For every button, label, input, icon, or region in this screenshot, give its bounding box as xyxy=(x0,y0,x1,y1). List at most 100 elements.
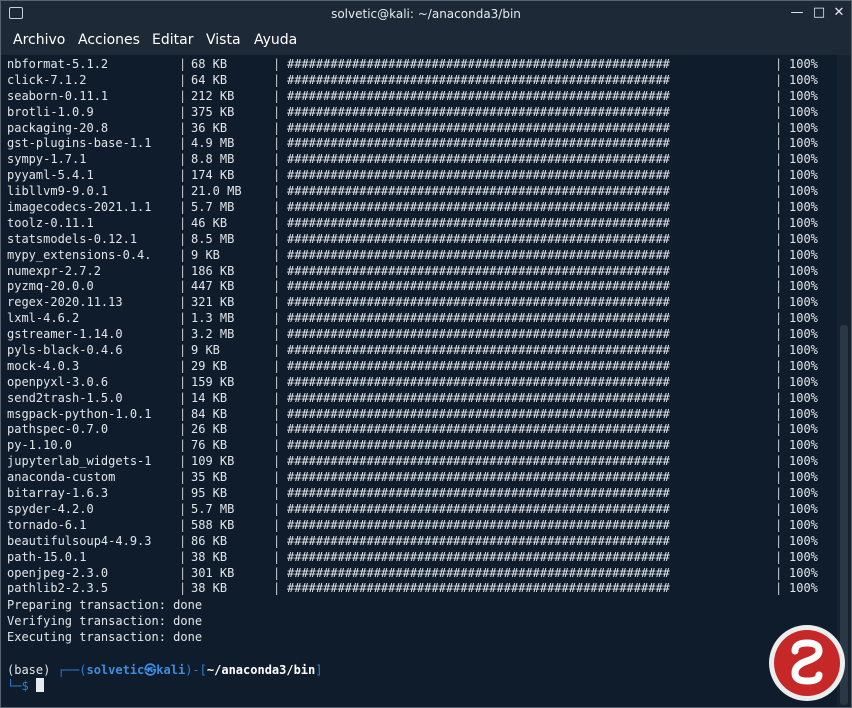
progress-bar: ########################################… xyxy=(287,581,670,596)
menu-acciones[interactable]: Acciones xyxy=(78,32,140,48)
progress-bar: ########################################… xyxy=(287,470,670,485)
column-separator: | xyxy=(273,200,281,215)
package-size: 29 KB xyxy=(191,358,228,373)
package-name: pathspec-0.7.0 xyxy=(7,422,109,437)
package-size: 9 KB xyxy=(191,343,220,358)
package-name: bitarray-1.6.3 xyxy=(7,486,109,501)
package-name: numexpr-2.7.2 xyxy=(7,263,101,278)
package-row: gstreamer-1.14.0 | 3.2 MB | ################… xyxy=(7,327,827,343)
package-size: 1.3 MB xyxy=(191,311,235,326)
package-size: 35 KB xyxy=(191,470,228,485)
progress-bar: ########################################… xyxy=(287,374,670,389)
conda-env: (base) xyxy=(7,663,58,677)
progress-percent: 100% xyxy=(789,438,818,453)
prompt-host: kali xyxy=(156,663,186,677)
column-separator: | xyxy=(179,390,187,405)
package-name: mock-4.0.3 xyxy=(7,358,80,373)
transaction-status: Preparing transaction: done Verifying tr… xyxy=(7,598,202,646)
package-size: 212 KB xyxy=(191,88,235,103)
menu-vista[interactable]: Vista xyxy=(206,32,241,48)
column-separator: | xyxy=(179,358,187,373)
terminal-window: solvetic@kali: ~/anaconda3/bin — □ ✕ Arc… xyxy=(0,0,852,708)
column-separator: | xyxy=(775,454,783,469)
prompt-dollar: └─$ xyxy=(7,679,36,693)
column-separator: | xyxy=(775,486,783,501)
command-input-line[interactable]: └─$ xyxy=(7,678,44,693)
package-name: beautifulsoup4-4.9.3 xyxy=(7,533,152,548)
package-name: py-1.10.0 xyxy=(7,438,73,453)
package-size: 159 KB xyxy=(191,374,235,389)
package-name: brotli-1.0.9 xyxy=(7,104,94,119)
progress-percent: 100% xyxy=(789,215,818,230)
column-separator: | xyxy=(775,343,783,358)
menu-editar[interactable]: Editar xyxy=(152,32,193,48)
column-separator: | xyxy=(179,565,187,580)
column-separator: | xyxy=(775,104,783,119)
column-separator: | xyxy=(179,454,187,469)
column-separator: | xyxy=(273,454,281,469)
progress-bar: ########################################… xyxy=(287,136,670,151)
column-separator: | xyxy=(179,374,187,389)
progress-percent: 100% xyxy=(789,422,818,437)
package-name: spyder-4.2.0 xyxy=(7,501,94,516)
close-icon[interactable]: ✕ xyxy=(831,5,847,20)
progress-percent: 100% xyxy=(789,263,818,278)
package-name: click-7.1.2 xyxy=(7,72,87,87)
terminal-output[interactable]: nbformat-5.1.2 | 68 KB | ###################… xyxy=(1,55,837,707)
column-separator: | xyxy=(179,263,187,278)
column-separator: | xyxy=(775,72,783,87)
package-size: 86 KB xyxy=(191,533,228,548)
package-row: bitarray-1.6.3 | 95 KB | ###################… xyxy=(7,486,827,502)
column-separator: | xyxy=(273,215,281,230)
package-size: 8.5 MB xyxy=(191,231,235,246)
package-name: nbformat-5.1.2 xyxy=(7,57,109,71)
column-separator: | xyxy=(273,231,281,246)
column-separator: | xyxy=(179,406,187,421)
column-separator: | xyxy=(273,152,281,167)
progress-percent: 100% xyxy=(789,343,818,358)
column-separator: | xyxy=(273,279,281,294)
package-size: 186 KB xyxy=(191,263,235,278)
package-size: 588 KB xyxy=(191,517,235,532)
package-name: imagecodecs-2021.1.1 xyxy=(7,200,152,215)
package-row: seaborn-0.11.1 | 212 KB | ##################… xyxy=(7,89,827,105)
column-separator: | xyxy=(775,311,783,326)
column-separator: | xyxy=(775,247,783,262)
package-row: pyyaml-5.4.1 | 174 KB | ####################… xyxy=(7,168,827,184)
package-name: tornado-6.1 xyxy=(7,517,87,532)
column-separator: | xyxy=(273,295,281,310)
package-name: path-15.0.1 xyxy=(7,549,87,564)
progress-percent: 100% xyxy=(789,486,818,501)
solvetic-logo xyxy=(769,625,845,701)
minimize-icon[interactable]: — xyxy=(789,5,805,20)
package-size: 38 KB xyxy=(191,549,228,564)
column-separator: | xyxy=(273,247,281,262)
progress-percent: 100% xyxy=(789,72,818,87)
menu-ayuda[interactable]: Ayuda xyxy=(254,32,297,48)
column-separator: | xyxy=(775,470,783,485)
package-name: pyyaml-5.4.1 xyxy=(7,168,94,183)
progress-percent: 100% xyxy=(789,295,818,310)
menu-archivo[interactable]: Archivo xyxy=(13,32,65,48)
progress-bar: ########################################… xyxy=(287,200,670,215)
scrollbar[interactable] xyxy=(837,55,851,707)
package-row: pyls-black-0.4.6 | 9 KB | ##################… xyxy=(7,343,827,359)
column-separator: | xyxy=(179,501,187,516)
column-separator: | xyxy=(775,438,783,453)
progress-bar: ########################################… xyxy=(287,454,670,469)
package-name: lxml-4.6.2 xyxy=(7,311,80,326)
column-separator: | xyxy=(775,57,783,71)
column-separator: | xyxy=(273,358,281,373)
column-separator: | xyxy=(775,231,783,246)
column-separator: | xyxy=(775,88,783,103)
progress-bar: ########################################… xyxy=(287,88,670,103)
package-name: jupyterlab_widgets-1 xyxy=(7,454,152,469)
package-name: statsmodels-0.12.1 xyxy=(7,231,138,246)
package-row: libllvm9-9.0.1 | 21.0 MB | #################… xyxy=(7,184,827,200)
column-separator: | xyxy=(273,422,281,437)
column-separator: | xyxy=(775,501,783,516)
progress-bar: ########################################… xyxy=(287,517,670,532)
maximize-icon[interactable]: □ xyxy=(811,5,827,20)
package-size: 447 KB xyxy=(191,279,235,294)
package-name: pyls-black-0.4.6 xyxy=(7,343,123,358)
